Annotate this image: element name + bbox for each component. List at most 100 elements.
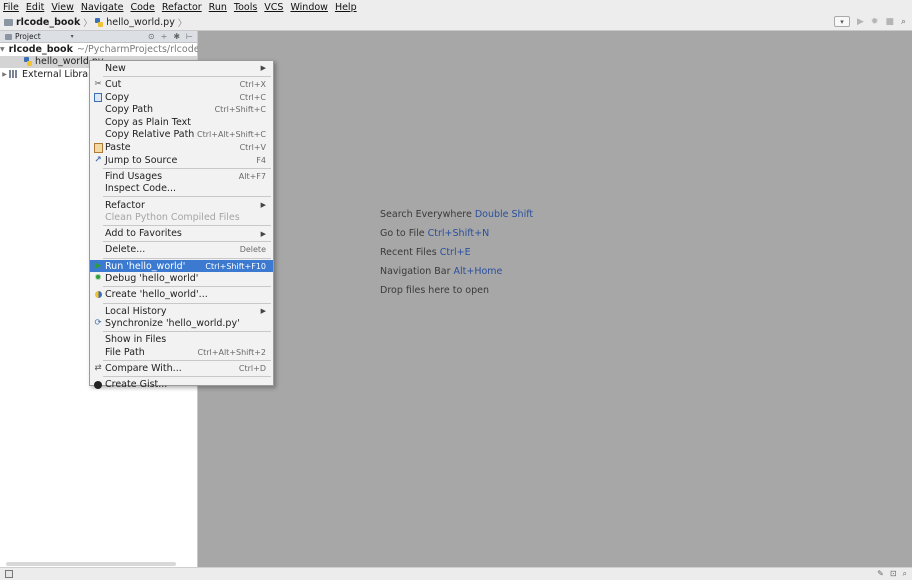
menu-vcs[interactable]: VCS — [264, 2, 283, 13]
menu-help[interactable]: Help — [335, 2, 357, 13]
compare-icon: ⇄ — [94, 363, 102, 374]
menu-code[interactable]: Code — [130, 2, 154, 13]
breadcrumb-project-label: rlcode_book — [16, 17, 81, 28]
menu-item-create-config[interactable]: Create 'hello_world'... — [90, 289, 273, 302]
menu-item-label: Add to Favorites — [105, 228, 182, 240]
menu-item-label: File Path — [105, 347, 145, 359]
menu-bar: File Edit View Navigate Code Refactor Ru… — [0, 0, 912, 15]
menu-item-copy-relative-path[interactable]: Copy Relative Path Ctrl+Alt+Shift+C — [90, 129, 273, 142]
search-icon[interactable]: ⌕ — [901, 17, 906, 27]
menu-item-shortcut: Ctrl+Alt+Shift+2 — [197, 348, 266, 358]
breadcrumb-file[interactable]: hello_world.py — [95, 17, 175, 28]
breadcrumb-project[interactable]: rlcode_book — [4, 17, 80, 28]
gear-icon[interactable]: ✱ — [173, 32, 180, 41]
status-bar: ✎ ⊡ ⌕ — [0, 567, 912, 580]
status-icons: ✎ ⊡ ⌕ — [877, 569, 907, 579]
collapse-arrow-icon[interactable]: ▶ — [0, 71, 9, 78]
breadcrumb-separator: 〉 — [83, 19, 93, 29]
expand-arrow-icon[interactable]: ▼ — [0, 46, 5, 53]
menu-item-label: Local History — [105, 305, 167, 317]
folder-icon — [4, 19, 13, 26]
hide-icon[interactable]: ⊢ — [186, 32, 193, 41]
lock-icon[interactable]: ⊡ — [890, 569, 897, 579]
menu-item-copy[interactable]: Copy Ctrl+C — [90, 91, 273, 104]
menu-item-copy-path[interactable]: Copy Path Ctrl+Shift+C — [90, 103, 273, 116]
debug-icon[interactable]: ✹ — [871, 17, 879, 27]
menu-separator — [103, 286, 271, 288]
menu-item-file-path[interactable]: File Path Ctrl+Alt+Shift+2 — [90, 346, 273, 359]
menu-navigate[interactable]: Navigate — [81, 2, 124, 13]
menu-item-shortcut: F4 — [256, 155, 266, 165]
run-icon[interactable]: ▶ — [857, 17, 864, 27]
menu-separator — [103, 167, 271, 169]
menu-item-delete[interactable]: Delete... Delete — [90, 244, 273, 257]
menu-item-label: Cut — [105, 78, 122, 90]
menu-item-label: New — [105, 62, 126, 74]
menu-item-debug[interactable]: ✹ Debug 'hello_world' — [90, 272, 273, 285]
inspector-icon[interactable]: ⌕ — [903, 569, 907, 579]
tree-item-project-root[interactable]: ▼ rlcode_book ~/PycharmProjects/rlcode — [0, 43, 200, 56]
menu-item-find-usages[interactable]: Find Usages Alt+F7 — [90, 170, 273, 183]
menu-file[interactable]: File — [3, 2, 19, 13]
hint-text: Recent Files — [380, 247, 437, 258]
menu-refactor[interactable]: Refactor — [162, 2, 202, 13]
tree-item-path-hint: ~/PycharmProjects/rlcode — [76, 43, 200, 55]
menu-item-add-to-favorites[interactable]: Add to Favorites ▶ — [90, 228, 273, 241]
pencil-icon[interactable]: ✎ — [877, 569, 884, 579]
menu-item-label: Delete... — [105, 244, 146, 256]
menu-item-label: Inspect Code... — [105, 183, 176, 195]
menu-tools[interactable]: Tools — [234, 2, 257, 13]
hint-text: Search Everywhere — [380, 209, 472, 220]
hint-text: Drop files here to open — [380, 285, 490, 296]
collapse-icon[interactable]: ÷ — [161, 32, 168, 41]
menu-item-inspect-code[interactable]: Inspect Code... — [90, 183, 273, 196]
breadcrumb-separator: 〉 — [177, 19, 187, 29]
menu-item-shortcut: Ctrl+Shift+F10 — [205, 261, 266, 271]
hint-shortcut: Ctrl+E — [439, 247, 471, 258]
menu-item-paste[interactable]: Paste Ctrl+V — [90, 141, 273, 154]
menu-edit[interactable]: Edit — [26, 2, 44, 13]
hint-shortcut: Double Shift — [474, 209, 534, 220]
menu-item-label: Compare With... — [105, 363, 182, 375]
menu-item-local-history[interactable]: Local History ▶ — [90, 305, 273, 318]
hint-drop-files: Drop files here to open — [380, 285, 489, 296]
navigation-bar: rlcode_book 〉 hello_world.py 〉 ▾ ▶ ✹ ■ ⌕ — [0, 15, 912, 31]
menu-item-label: Create Gist... — [105, 379, 168, 391]
tool-windows-icon[interactable] — [5, 570, 13, 578]
menu-item-label: Debug 'hello_world' — [105, 273, 199, 285]
run-config-dropdown[interactable]: ▾ — [833, 16, 850, 27]
menu-item-show-in-files[interactable]: Show in Files — [90, 334, 273, 347]
menu-item-synchronize[interactable]: ⟳ Synchronize 'hello_world.py' — [90, 317, 273, 330]
menu-separator — [103, 196, 271, 198]
menu-window[interactable]: Window — [290, 2, 327, 13]
menu-item-shortcut: Ctrl+D — [238, 364, 266, 374]
python-icon — [93, 291, 103, 300]
menu-item-label: Run 'hello_world' — [105, 260, 186, 272]
submenu-arrow-icon: ▶ — [260, 64, 266, 73]
library-icon — [9, 70, 18, 79]
menu-item-label: Clean Python Compiled Files — [105, 212, 240, 224]
menu-item-refactor[interactable]: Refactor ▶ — [90, 199, 273, 212]
menu-item-compare-with[interactable]: ⇄ Compare With... Ctrl+D — [90, 362, 273, 375]
menu-run[interactable]: Run — [209, 2, 227, 13]
chevron-down-icon[interactable]: ▾ — [71, 33, 74, 40]
run-icon: ▶ — [94, 260, 102, 271]
debug-icon: ✹ — [94, 273, 102, 284]
menu-item-label: Refactor — [105, 199, 145, 211]
menu-item-shortcut: Ctrl+V — [239, 142, 266, 152]
menu-item-jump-to-source[interactable]: ↗ Jump to Source F4 — [90, 154, 273, 167]
menu-item-run[interactable]: ▶ Run 'hello_world' Ctrl+Shift+F10 — [90, 259, 273, 273]
menu-separator — [103, 302, 271, 304]
horizontal-scrollbar[interactable] — [6, 562, 176, 566]
sync-icon[interactable]: ⊙ — [148, 32, 155, 41]
scissors-icon: ✂ — [94, 79, 102, 90]
project-panel-title[interactable]: Project — [15, 32, 41, 41]
editor-empty-area[interactable]: Search Everywhere Double Shift Go to File… — [198, 31, 912, 567]
menu-view[interactable]: View — [51, 2, 74, 13]
menu-item-copy-plain-text[interactable]: Copy as Plain Text — [90, 116, 273, 129]
menu-item-new[interactable]: New ▶ — [90, 62, 273, 75]
menu-item-create-gist[interactable]: Create Gist... — [90, 379, 273, 392]
paste-icon — [93, 143, 103, 152]
stop-icon[interactable]: ■ — [885, 17, 894, 27]
menu-item-cut[interactable]: ✂ Cut Ctrl+X — [90, 78, 273, 91]
